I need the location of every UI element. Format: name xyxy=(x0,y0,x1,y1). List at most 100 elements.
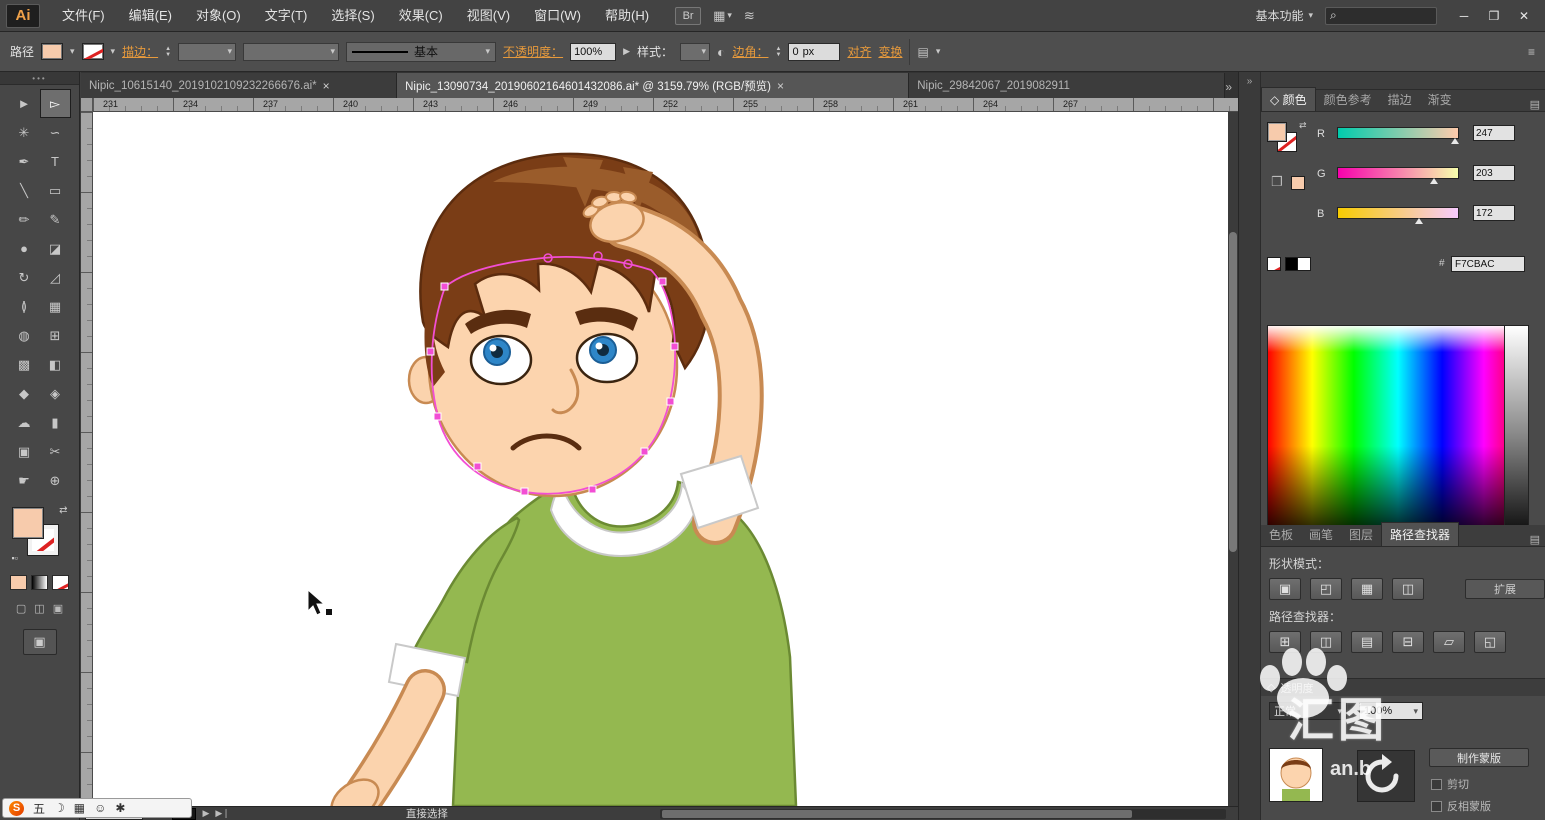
zoom-tool[interactable]: ⊕ xyxy=(40,466,71,495)
gpu-performance-icon[interactable]: ≋ xyxy=(744,8,755,24)
swap-fill-stroke-icon[interactable]: ⇄ xyxy=(59,505,67,516)
clip-option[interactable]: 剪切 xyxy=(1431,776,1469,792)
close-button[interactable]: ✕ xyxy=(1509,4,1539,28)
stroke-link[interactable]: 描边： xyxy=(122,43,158,60)
menu-item[interactable]: 窗口(W) xyxy=(522,0,593,32)
screen-mode-menu-icon[interactable]: ◫ xyxy=(34,602,44,615)
pen-tool[interactable]: ✒ xyxy=(9,147,40,176)
artboard-tool[interactable]: ▣ xyxy=(9,437,40,466)
divide-button[interactable]: ⊞ xyxy=(1269,631,1301,653)
menu-item[interactable]: 帮助(H) xyxy=(593,0,661,32)
invert-mask-option[interactable]: 反相蒙版 xyxy=(1431,798,1491,814)
color-spectrum[interactable] xyxy=(1267,325,1529,545)
channel-slider[interactable] xyxy=(1337,127,1459,139)
align-link[interactable]: 对齐 xyxy=(847,43,871,60)
white-swatch[interactable] xyxy=(1297,257,1311,271)
panel-menu-icon[interactable]: ▤ xyxy=(1530,533,1545,546)
menu-item[interactable]: 视图(V) xyxy=(455,0,522,32)
channel-slider[interactable] xyxy=(1337,167,1459,179)
crop-button[interactable]: ⊟ xyxy=(1392,631,1424,653)
transparency-opacity-field[interactable]: 100% ▾ xyxy=(1359,702,1423,720)
document-tab[interactable]: Nipic_13090734_20190602164601432086.ai* … xyxy=(397,73,910,98)
panel-tab-色板[interactable]: 色板 xyxy=(1261,523,1301,546)
document-tab[interactable]: Nipic_29842067_2019082911 xyxy=(909,73,1226,98)
minus-back-button[interactable]: ◱ xyxy=(1474,631,1506,653)
scale-tool[interactable]: ◿ xyxy=(40,263,71,292)
next-artboard-icon[interactable]: ▶ xyxy=(202,808,209,819)
trim-button[interactable]: ◫ xyxy=(1310,631,1342,653)
panel-menu-icon[interactable]: ▤ xyxy=(1530,98,1545,111)
vertical-scrollbar-thumb[interactable] xyxy=(1229,232,1237,552)
menu-item[interactable]: 选择(S) xyxy=(319,0,386,32)
channel-value-field[interactable]: 247 xyxy=(1473,125,1515,141)
opacity-field[interactable]: 100% xyxy=(570,42,617,61)
brush-definition-dropdown[interactable]: 基本 ▾ xyxy=(346,41,497,62)
blend-mode-dropdown[interactable]: 正常 ▾ xyxy=(1269,702,1347,720)
make-mask-button[interactable]: 制作蒙版 xyxy=(1429,748,1529,767)
stroke-profile-dropdown[interactable]: ▾ xyxy=(243,42,340,61)
stroke-weight-stepper[interactable]: ▲ ▼ xyxy=(165,46,171,58)
ime-settings-icon[interactable]: ✱ xyxy=(115,801,125,815)
swap-icon[interactable]: ⇄ xyxy=(1299,120,1307,131)
mask-thumbnail[interactable] xyxy=(1357,750,1415,802)
stroke-weight-field[interactable]: ▾ xyxy=(178,42,237,61)
mesh-tool[interactable]: ▩ xyxy=(9,350,40,379)
minimize-button[interactable]: ─ xyxy=(1449,4,1479,28)
recolor-artwork-icon[interactable]: ◐ xyxy=(717,44,725,60)
align-options-icon[interactable]: ▤ xyxy=(917,45,928,59)
corner-stepper[interactable]: ▲ ▼ xyxy=(775,46,781,58)
exclude-button[interactable]: ◫ xyxy=(1392,578,1424,600)
outline-button[interactable]: ▱ xyxy=(1433,631,1465,653)
menu-item[interactable]: 效果(C) xyxy=(387,0,455,32)
hand-tool[interactable]: ☛ xyxy=(9,466,40,495)
rectangle-tool[interactable]: ▭ xyxy=(40,176,71,205)
lasso-tool[interactable]: ∽ xyxy=(40,118,71,147)
clip-checkbox[interactable] xyxy=(1431,778,1442,790)
panel-fill-swatch[interactable] xyxy=(1267,122,1287,142)
minus-front-button[interactable]: ◰ xyxy=(1310,578,1342,600)
panel-tab-颜色[interactable]: ◇ 颜色 xyxy=(1261,87,1316,111)
ime-toolbar[interactable]: S 五 ☽ ▦ ☺ ✱ xyxy=(2,798,192,818)
horizontal-scrollbar[interactable] xyxy=(660,809,1226,819)
ime-keyboard-icon[interactable]: ▦ xyxy=(74,801,85,815)
fill-proxy-swatch[interactable] xyxy=(11,507,44,539)
transparency-header[interactable]: ◇ 透明度 xyxy=(1261,678,1545,696)
menu-item[interactable]: 编辑(E) xyxy=(117,0,184,32)
horizontal-scrollbar-thumb[interactable] xyxy=(662,810,1132,818)
direct-selection-tool[interactable]: ▻ xyxy=(39,89,71,118)
corner-link[interactable]: 边角： xyxy=(732,43,768,60)
corner-field[interactable]: 0 px xyxy=(788,42,841,61)
chevron-down-icon[interactable]: ▾ xyxy=(936,46,941,57)
type-tool[interactable]: T xyxy=(40,147,71,176)
style-dropdown[interactable]: ▾ xyxy=(680,42,710,61)
menu-item[interactable]: 文字(T) xyxy=(253,0,320,32)
document-tab[interactable]: Nipic_10615140_2019102109232266676.ai* × xyxy=(81,73,398,98)
opacity-link[interactable]: 不透明度： xyxy=(503,43,563,60)
screen-mode-full-icon[interactable]: ▣ xyxy=(53,602,63,615)
panel-tab-图层[interactable]: 图层 xyxy=(1341,523,1381,546)
panel-tab-描边[interactable]: 描边 xyxy=(1380,88,1420,111)
tab-overflow-icon[interactable]: » xyxy=(1225,80,1238,98)
free-transform-tool[interactable]: ▦ xyxy=(40,292,71,321)
transform-link[interactable]: 变换 xyxy=(878,43,902,60)
channel-slider-thumb[interactable] xyxy=(1430,178,1439,184)
channel-slider-thumb[interactable] xyxy=(1415,218,1424,224)
dock-collapse-strip[interactable]: » xyxy=(1238,72,1260,820)
last-artboard-icon[interactable]: ▶❘ xyxy=(215,808,229,819)
magic-wand-tool[interactable]: ✳ xyxy=(9,118,40,147)
channel-slider[interactable] xyxy=(1337,207,1459,219)
menu-item[interactable]: 对象(O) xyxy=(184,0,253,32)
chevron-right-icon[interactable]: ▶ xyxy=(623,46,630,57)
merge-button[interactable]: ▤ xyxy=(1351,631,1383,653)
chevron-down-icon[interactable]: ▾ xyxy=(70,46,75,57)
channel-value-field[interactable]: 203 xyxy=(1473,165,1515,181)
object-thumbnail[interactable] xyxy=(1269,748,1323,802)
panel-tab-渐变[interactable]: 渐变 xyxy=(1420,88,1460,111)
symbol-sprayer-tool[interactable]: ☁ xyxy=(9,408,40,437)
ruler-corner[interactable] xyxy=(81,98,93,112)
panel-tab-画笔[interactable]: 画笔 xyxy=(1301,523,1341,546)
ime-logo[interactable]: S xyxy=(9,800,24,816)
pencil-tool[interactable]: ✎ xyxy=(40,205,71,234)
gradient-mode-button[interactable] xyxy=(31,575,48,590)
shape-builder-tool[interactable]: ◍ xyxy=(9,321,40,350)
